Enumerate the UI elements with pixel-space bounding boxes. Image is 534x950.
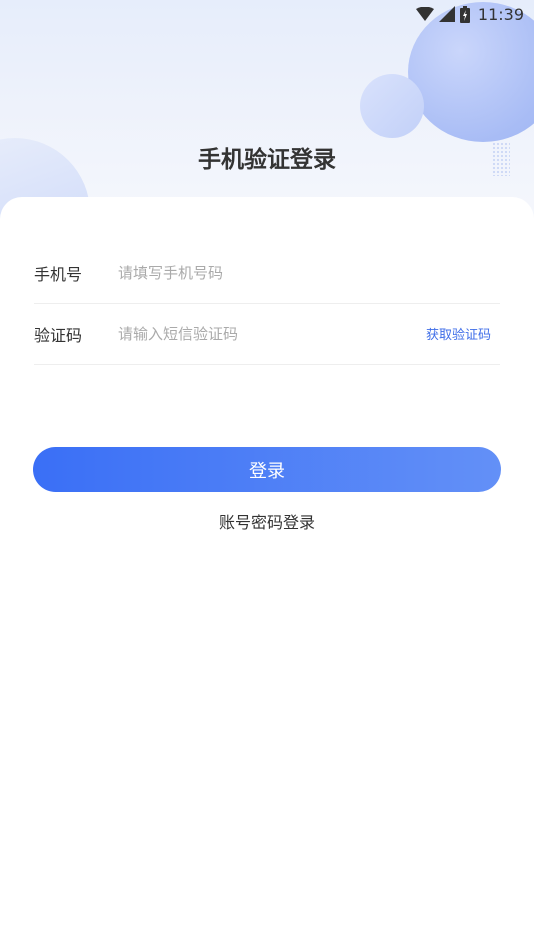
phone-input[interactable] [118,263,500,282]
phone-label: 手机号 [34,264,83,284]
code-label: 验证码 [34,325,83,345]
code-row: 验证码 获取验证码 [34,303,500,365]
status-time: 11:39 [477,4,524,24]
get-code-button[interactable]: 获取验证码 [426,324,491,343]
battery-icon [459,5,470,23]
phone-row: 手机号 [34,242,500,304]
decor-circle-small [360,74,424,138]
password-login-link[interactable]: 账号密码登录 [0,509,534,533]
signal-icon [438,6,455,22]
code-input[interactable] [118,324,426,343]
wifi-icon [415,7,434,21]
status-bar: 11:39 [0,0,534,28]
page-title: 手机验证登录 [198,147,336,173]
login-button[interactable]: 登录 [33,447,501,492]
